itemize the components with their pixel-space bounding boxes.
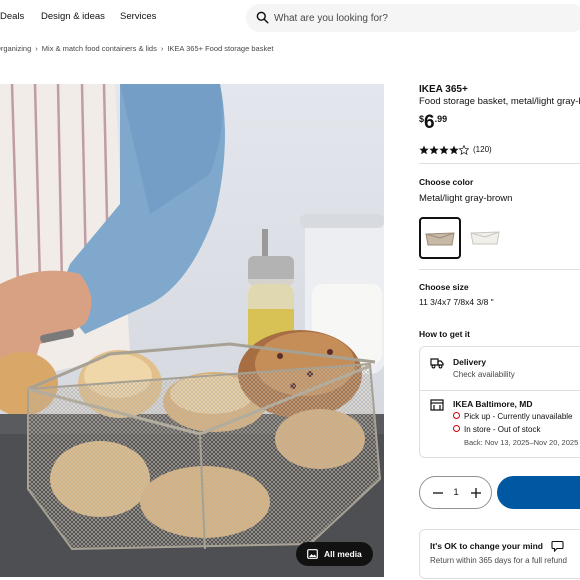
delivery-title[interactable]: Delivery <box>453 357 486 367</box>
product-rating[interactable]: (120) <box>419 141 492 155</box>
return-policy-title: It's OK to change your mind <box>430 541 544 551</box>
breadcrumb-separator: › <box>35 44 38 53</box>
instore-status: In store - Out of stock <box>453 425 540 434</box>
minus-icon[interactable] <box>430 485 446 501</box>
breadcrumb-item-current: IKEA 365+ Food storage basket <box>167 44 274 53</box>
nav-link-deals[interactable]: Deals <box>0 11 24 22</box>
product-description: Food storage basket, metal/light gray-br… <box>419 96 580 107</box>
unavailable-status-icon <box>453 412 460 420</box>
color-swatch-gray-brown[interactable] <box>419 217 461 259</box>
divider <box>419 269 580 270</box>
speech-bubble-icon <box>551 540 564 552</box>
back-in-stock-date: Back: Nov 13, 2025–Nov 20, 2025 <box>464 438 579 447</box>
divider <box>419 163 580 164</box>
breadcrumb: Organizing›Mix & match food containers &… <box>0 44 273 53</box>
product-image[interactable]: All media <box>0 84 384 577</box>
nav-link-design-ideas[interactable]: Design & ideas <box>41 11 105 22</box>
nav-link-services[interactable]: Services <box>120 11 156 22</box>
gallery-icon <box>307 549 318 559</box>
product-price: $6.99 <box>419 112 447 134</box>
get-it-section-title: How to get it <box>419 329 470 339</box>
rating-count: (120) <box>473 145 492 155</box>
plus-icon[interactable] <box>468 485 484 501</box>
pickup-status: Pick up - Currently unavailable <box>453 412 573 421</box>
color-section-title: Choose color <box>419 177 474 187</box>
top-navigation: Deals Design & ideas Services <box>0 0 580 36</box>
product-photo-illustration <box>0 84 384 577</box>
instore-status-text: In store - Out of stock <box>464 425 541 434</box>
breadcrumb-item-mix-match[interactable]: Mix & match food containers & lids <box>42 44 157 53</box>
search-input[interactable] <box>274 4 574 32</box>
add-to-bag-button[interactable] <box>497 476 580 509</box>
basket-thumbnail <box>425 232 455 246</box>
search-bar[interactable] <box>246 4 580 32</box>
quantity-value[interactable]: 1 <box>449 487 463 498</box>
rating-stars-icon <box>419 144 469 155</box>
divider <box>420 390 580 391</box>
size-section-title: Choose size <box>419 282 469 292</box>
color-swatch-white[interactable] <box>465 217 507 259</box>
price-integer: 6 <box>424 112 435 133</box>
return-policy-text: Return within 365 days for a full refund <box>430 556 567 565</box>
price-decimal: .99 <box>434 114 448 124</box>
unavailable-status-icon <box>453 425 460 433</box>
store-title[interactable]: IKEA Baltimore, MD <box>453 399 533 409</box>
all-media-button[interactable]: All media <box>296 542 373 566</box>
search-icon[interactable] <box>256 11 269 24</box>
all-media-label: All media <box>324 549 362 559</box>
breadcrumb-separator: › <box>160 44 164 53</box>
availability-box: Delivery Check availability IKEA Baltimo… <box>419 346 580 458</box>
size-value: 11 3/4x7 7/8x4 3/8 " <box>419 297 494 307</box>
quantity-stepper[interactable]: 1 <box>419 476 492 509</box>
pickup-status-text: Pick up - Currently unavailable <box>464 412 573 421</box>
price-currency: $ <box>419 114 425 124</box>
breadcrumb-item-organizing[interactable]: Organizing <box>0 44 31 53</box>
product-brand[interactable]: IKEA 365+ <box>419 84 468 95</box>
truck-icon <box>430 358 444 369</box>
store-icon <box>430 399 444 411</box>
basket-thumbnail <box>470 231 500 245</box>
return-policy-box[interactable]: It's OK to change your mind Return withi… <box>419 529 580 579</box>
delivery-subtitle[interactable]: Check availability <box>453 370 515 379</box>
color-value: Metal/light gray-brown <box>419 193 513 204</box>
